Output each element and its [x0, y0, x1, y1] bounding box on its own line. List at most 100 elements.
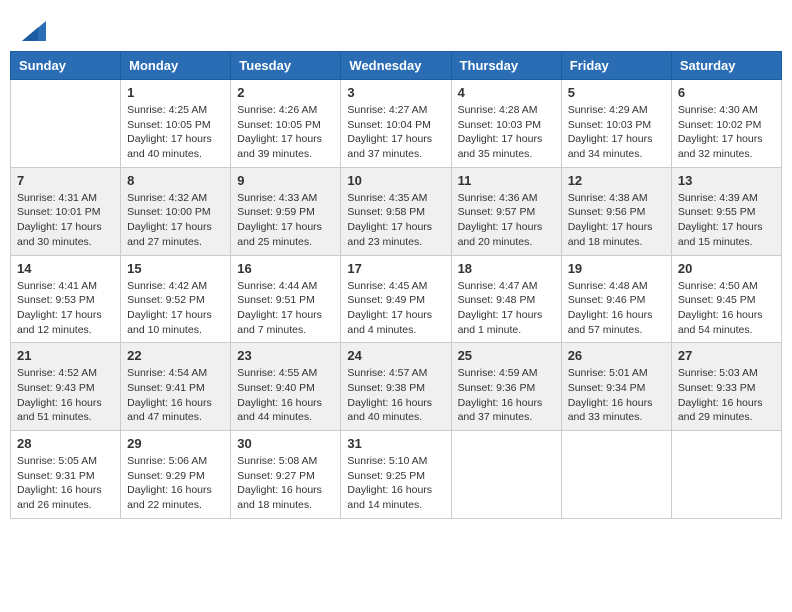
day-info: Sunrise: 4:48 AMSunset: 9:46 PMDaylight:… [568, 279, 665, 338]
day-info: Sunrise: 4:30 AMSunset: 10:02 PMDaylight… [678, 103, 775, 162]
day-number: 22 [127, 348, 224, 363]
day-number: 30 [237, 436, 334, 451]
day-number: 18 [458, 261, 555, 276]
calendar-day-header: Tuesday [231, 52, 341, 80]
day-number: 17 [347, 261, 444, 276]
page-header [10, 10, 782, 46]
day-number: 12 [568, 173, 665, 188]
calendar-day-header: Friday [561, 52, 671, 80]
calendar-day-header: Sunday [11, 52, 121, 80]
calendar-day-header: Saturday [671, 52, 781, 80]
day-info: Sunrise: 4:42 AMSunset: 9:52 PMDaylight:… [127, 279, 224, 338]
calendar-day-cell: 25 Sunrise: 4:59 AMSunset: 9:36 PMDayligh… [451, 343, 561, 431]
day-number: 7 [17, 173, 114, 188]
day-info: Sunrise: 4:54 AMSunset: 9:41 PMDaylight:… [127, 366, 224, 425]
day-number: 14 [17, 261, 114, 276]
day-number: 21 [17, 348, 114, 363]
calendar-day-cell: 17 Sunrise: 4:45 AMSunset: 9:49 PMDayligh… [341, 255, 451, 343]
calendar-day-cell: 11 Sunrise: 4:36 AMSunset: 9:57 PMDayligh… [451, 167, 561, 255]
day-info: Sunrise: 5:08 AMSunset: 9:27 PMDaylight:… [237, 454, 334, 513]
day-info: Sunrise: 4:38 AMSunset: 9:56 PMDaylight:… [568, 191, 665, 250]
calendar-day-cell: 18 Sunrise: 4:47 AMSunset: 9:48 PMDayligh… [451, 255, 561, 343]
day-info: Sunrise: 4:59 AMSunset: 9:36 PMDaylight:… [458, 366, 555, 425]
day-info: Sunrise: 4:45 AMSunset: 9:49 PMDaylight:… [347, 279, 444, 338]
calendar-day-cell: 10 Sunrise: 4:35 AMSunset: 9:58 PMDayligh… [341, 167, 451, 255]
logo-icon [22, 21, 46, 41]
calendar-day-cell: 15Sunrise: 4:42 AMSunset: 9:52 PMDayligh… [121, 255, 231, 343]
day-info: Sunrise: 4:47 AMSunset: 9:48 PMDaylight:… [458, 279, 555, 338]
day-info: Sunrise: 4:25 AMSunset: 10:05 PMDaylight… [127, 103, 224, 162]
calendar-table: SundayMondayTuesdayWednesdayThursdayFrid… [10, 51, 782, 519]
calendar-day-cell: 3 Sunrise: 4:27 AMSunset: 10:04 PMDayligh… [341, 80, 451, 168]
day-number: 20 [678, 261, 775, 276]
calendar-day-header: Thursday [451, 52, 561, 80]
day-number: 31 [347, 436, 444, 451]
day-info: Sunrise: 5:10 AMSunset: 9:25 PMDaylight:… [347, 454, 444, 513]
calendar-day-cell: 27 Sunrise: 5:03 AMSunset: 9:33 PMDayligh… [671, 343, 781, 431]
day-info: Sunrise: 4:41 AMSunset: 9:53 PMDaylight:… [17, 279, 114, 338]
day-number: 24 [347, 348, 444, 363]
day-info: Sunrise: 4:28 AMSunset: 10:03 PMDaylight… [458, 103, 555, 162]
calendar-day-cell [11, 80, 121, 168]
day-info: Sunrise: 4:26 AMSunset: 10:05 PMDaylight… [237, 103, 334, 162]
calendar-day-cell: 14 Sunrise: 4:41 AMSunset: 9:53 PMDayligh… [11, 255, 121, 343]
day-info: Sunrise: 5:05 AMSunset: 9:31 PMDaylight:… [17, 454, 114, 513]
day-info: Sunrise: 5:03 AMSunset: 9:33 PMDaylight:… [678, 366, 775, 425]
calendar-day-header: Wednesday [341, 52, 451, 80]
day-info: Sunrise: 4:52 AMSunset: 9:43 PMDaylight:… [17, 366, 114, 425]
calendar-day-cell: 13 Sunrise: 4:39 AMSunset: 9:55 PMDayligh… [671, 167, 781, 255]
day-info: Sunrise: 4:57 AMSunset: 9:38 PMDaylight:… [347, 366, 444, 425]
calendar-day-cell [561, 431, 671, 519]
calendar-day-cell: 21 Sunrise: 4:52 AMSunset: 9:43 PMDayligh… [11, 343, 121, 431]
day-number: 10 [347, 173, 444, 188]
day-info: Sunrise: 4:39 AMSunset: 9:55 PMDaylight:… [678, 191, 775, 250]
calendar-day-cell: 22 Sunrise: 4:54 AMSunset: 9:41 PMDayligh… [121, 343, 231, 431]
day-info: Sunrise: 4:29 AMSunset: 10:03 PMDaylight… [568, 103, 665, 162]
calendar-day-cell: 29 Sunrise: 5:06 AMSunset: 9:29 PMDayligh… [121, 431, 231, 519]
day-number: 25 [458, 348, 555, 363]
day-info: Sunrise: 4:27 AMSunset: 10:04 PMDaylight… [347, 103, 444, 162]
day-number: 26 [568, 348, 665, 363]
day-number: 6 [678, 85, 775, 100]
calendar-day-cell [451, 431, 561, 519]
calendar-day-cell [671, 431, 781, 519]
day-info: Sunrise: 4:33 AMSunset: 9:59 PMDaylight:… [237, 191, 334, 250]
day-number: 8 [127, 173, 224, 188]
day-number: 29 [127, 436, 224, 451]
calendar-day-cell: 16 Sunrise: 4:44 AMSunset: 9:51 PMDayligh… [231, 255, 341, 343]
calendar-day-cell: 6 Sunrise: 4:30 AMSunset: 10:02 PMDayligh… [671, 80, 781, 168]
day-number: 1 [127, 85, 224, 100]
calendar-day-cell: 2 Sunrise: 4:26 AMSunset: 10:05 PMDayligh… [231, 80, 341, 168]
day-info: Sunrise: 4:50 AMSunset: 9:45 PMDaylight:… [678, 279, 775, 338]
day-info: Sunrise: 5:01 AMSunset: 9:34 PMDaylight:… [568, 366, 665, 425]
day-number: 13 [678, 173, 775, 188]
calendar-header-row: SundayMondayTuesdayWednesdayThursdayFrid… [11, 52, 782, 80]
day-info: Sunrise: 4:44 AMSunset: 9:51 PMDaylight:… [237, 279, 334, 338]
calendar-day-cell: 30 Sunrise: 5:08 AMSunset: 9:27 PMDayligh… [231, 431, 341, 519]
calendar-day-cell: 12 Sunrise: 4:38 AMSunset: 9:56 PMDayligh… [561, 167, 671, 255]
calendar-week-row: 21 Sunrise: 4:52 AMSunset: 9:43 PMDayligh… [11, 343, 782, 431]
day-number: 16 [237, 261, 334, 276]
calendar-day-cell: 26 Sunrise: 5:01 AMSunset: 9:34 PMDayligh… [561, 343, 671, 431]
calendar-day-cell: 23 Sunrise: 4:55 AMSunset: 9:40 PMDayligh… [231, 343, 341, 431]
day-info: Sunrise: 4:31 AMSunset: 10:01 PMDaylight… [17, 191, 114, 250]
calendar-week-row: 1 Sunrise: 4:25 AMSunset: 10:05 PMDayligh… [11, 80, 782, 168]
day-number: 23 [237, 348, 334, 363]
day-info: Sunrise: 4:36 AMSunset: 9:57 PMDaylight:… [458, 191, 555, 250]
calendar-day-cell: 4Sunrise: 4:28 AMSunset: 10:03 PMDayligh… [451, 80, 561, 168]
day-info: Sunrise: 4:35 AMSunset: 9:58 PMDaylight:… [347, 191, 444, 250]
day-info: Sunrise: 5:06 AMSunset: 9:29 PMDaylight:… [127, 454, 224, 513]
calendar-day-cell: 5Sunrise: 4:29 AMSunset: 10:03 PMDayligh… [561, 80, 671, 168]
calendar-week-row: 28 Sunrise: 5:05 AMSunset: 9:31 PMDayligh… [11, 431, 782, 519]
day-number: 27 [678, 348, 775, 363]
day-number: 28 [17, 436, 114, 451]
calendar-day-cell: 28 Sunrise: 5:05 AMSunset: 9:31 PMDayligh… [11, 431, 121, 519]
day-info: Sunrise: 4:55 AMSunset: 9:40 PMDaylight:… [237, 366, 334, 425]
calendar-day-cell: 8Sunrise: 4:32 AMSunset: 10:00 PMDayligh… [121, 167, 231, 255]
day-number: 3 [347, 85, 444, 100]
day-number: 11 [458, 173, 555, 188]
calendar-day-cell: 9Sunrise: 4:33 AMSunset: 9:59 PMDaylight… [231, 167, 341, 255]
calendar-day-cell: 20 Sunrise: 4:50 AMSunset: 9:45 PMDayligh… [671, 255, 781, 343]
calendar-day-cell: 24 Sunrise: 4:57 AMSunset: 9:38 PMDayligh… [341, 343, 451, 431]
day-number: 2 [237, 85, 334, 100]
